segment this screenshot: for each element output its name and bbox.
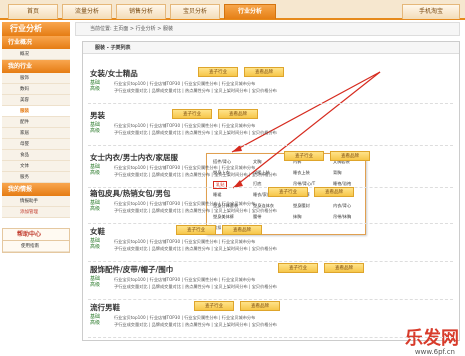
sidebar-title: 行业分析 [2,22,70,36]
sidebar-heading-my-industry: 我的行业 [2,60,70,73]
sidebar-item-baby[interactable]: 母婴 [2,139,70,150]
category-block: 服饰配件/皮带/帽子/围巾 查子行业 查看品牌基础 高级 行业宝贝top100 | 行业… [88,258,453,300]
view-brand-button[interactable]: 查看品牌 [222,225,262,235]
advanced-report-links[interactable]: 子行业成交量对比 | 品牌成交量对比 | 热点属性分布 | 宝贝上架时间分布 |… [114,130,277,136]
help-center-title: 帮助中心 [3,229,69,241]
category-name: 女士内衣/男士内衣/家居服 [90,153,178,162]
sidebar-item-services[interactable]: 服务 [2,172,70,183]
advanced-label: 高级 [90,320,101,326]
view-subindustry-button[interactable]: 查子行业 [172,109,212,119]
advanced-label: 高级 [90,244,101,250]
sidebar: 行业分析 行业概况 概况 我的行业 服饰 数码 美容 服装 配件 家居 母婴 食… [2,22,70,342]
basic-report-links[interactable]: 行业宝贝top100 | 行业店铺TOP30 | 行业宝贝属性分布 | 行业宝贝… [114,165,255,171]
sidebar-heading-overview: 行业概况 [2,36,70,49]
view-brand-button[interactable]: 查看品牌 [218,109,258,119]
tab-industry-analysis[interactable]: 行业分析 [224,4,276,19]
category-block: 男装 查子行业 查看品牌基础 高级 行业宝贝top100 | 行业店铺TOP30 | 行… [88,104,453,146]
category-block: 女鞋 查子行业 查看品牌基础 高级 行业宝贝top100 | 行业店铺TOP30 | 行… [88,220,453,262]
sidebar-item-beauty[interactable]: 美容 [2,95,70,106]
advanced-report-links[interactable]: 子行业成交量对比 | 品牌成交量对比 | 热点属性分布 | 宝贝上架时间分布 |… [114,172,277,178]
basic-report-links[interactable]: 行业宝贝top100 | 行业店铺TOP30 | 行业宝贝属性分布 | 行业宝贝… [114,315,255,321]
report-level-labels: 基础 高级 [90,200,100,212]
advanced-report-links[interactable]: 子行业成交量对比 | 品牌成交量对比 | 热点属性分布 | 宝贝上架时间分布 |… [114,284,277,290]
category-block: 箱包皮具/热销女包/男包 查子行业 查看品牌基础 高级 行业宝贝top100 | 行业店… [88,182,453,224]
basic-report-links[interactable]: 行业宝贝top100 | 行业店铺TOP30 | 行业宝贝属性分布 | 行业宝贝… [114,239,255,245]
category-name: 流行男鞋 [90,303,120,312]
category-name: 男装 [90,111,105,120]
sidebar-item-accessories[interactable]: 服饰 [2,73,70,84]
sidebar-item-overview[interactable]: 概况 [2,49,70,60]
breadcrumb: 当前位置: 主页面 > 行业分析 > 服装 [75,22,460,36]
view-brand-button[interactable]: 查看品牌 [330,151,370,161]
basic-report-links[interactable]: 行业宝贝top100 | 行业店铺TOP30 | 行业宝贝属性分布 | 行业宝贝… [114,81,255,87]
help-guide-link[interactable]: 使用指南 [3,241,69,252]
basic-report-links[interactable]: 行业宝贝top100 | 行业店铺TOP30 | 行业宝贝属性分布 | 行业宝贝… [114,201,255,207]
advanced-report-links[interactable]: 子行业成交量对比 | 品牌成交量对比 | 热点属性分布 | 宝贝上架时间分布 |… [114,322,277,328]
advanced-label: 高级 [90,86,101,92]
advanced-report-links[interactable]: 子行业成交量对比 | 品牌成交量对比 | 热点属性分布 | 宝贝上架时间分布 |… [114,208,277,214]
sidebar-item-digital[interactable]: 数码 [2,84,70,95]
tab-home[interactable]: 首页 [8,4,58,19]
view-subindustry-button[interactable]: 查子行业 [278,263,318,273]
report-level-labels: 基础 高级 [90,314,100,326]
category-name: 箱包皮具/热销女包/男包 [90,189,171,198]
view-brand-button[interactable]: 查看品牌 [314,187,354,197]
advanced-label: 高级 [90,206,101,212]
sidebar-item-parts[interactable]: 配件 [2,117,70,128]
category-name: 女鞋 [90,227,105,236]
sidebar-item-add-manage[interactable]: 添加管理 [2,207,70,218]
tab-item-analysis[interactable]: 宝贝分析 [170,4,220,19]
report-level-labels: 基础 高级 [90,122,100,134]
sidebar-item-home[interactable]: 家居 [2,128,70,139]
view-brand-button[interactable]: 查看品牌 [244,67,284,77]
basic-report-links[interactable]: 行业宝贝top100 | 行业店铺TOP30 | 行业宝贝属性分布 | 行业宝贝… [114,123,255,129]
tab-mobile-taobao[interactable]: 手机淘宝 [402,4,460,19]
category-name: 服饰配件/皮带/帽子/围巾 [90,265,174,274]
sidebar-heading-my-intel: 我的情报 [2,183,70,196]
sidebar-item-food[interactable]: 食品 [2,150,70,161]
view-subindustry-button[interactable]: 查子行业 [268,187,308,197]
report-level-labels: 基础 高级 [90,80,100,92]
category-block: 流行男鞋 查子行业 查看品牌基础 高级 行业宝贝top100 | 行业店铺TOP30 |… [88,296,453,338]
advanced-label: 高级 [90,282,101,288]
sidebar-item-sports[interactable]: 文体 [2,161,70,172]
view-subindustry-button[interactable]: 查子行业 [198,67,238,77]
advanced-report-links[interactable]: 子行业成交量对比 | 品牌成交量对比 | 热点属性分布 | 宝贝上架时间分布 |… [114,246,277,252]
tab-sales-analysis[interactable]: 销售分析 [116,4,166,19]
view-brand-button[interactable]: 查看品牌 [324,263,364,273]
report-level-labels: 基础 高级 [90,276,100,288]
tab-traffic-analysis[interactable]: 流量分析 [62,4,112,19]
top-navigation: 首页 流量分析 销售分析 宝贝分析 行业分析 手机淘宝 [0,0,465,20]
category-name: 女装/女士精品 [90,69,138,78]
view-subindustry-button[interactable]: 查子行业 [176,225,216,235]
report-level-labels: 基础 高级 [90,238,100,250]
help-center-box: 帮助中心 使用指南 [2,228,70,253]
advanced-report-links[interactable]: 子行业成交量对比 | 品牌成交量对比 | 热点属性分布 | 宝贝上架时间分布 |… [114,88,277,94]
basic-report-links[interactable]: 行业宝贝top100 | 行业店铺TOP30 | 行业宝贝属性分布 | 行业宝贝… [114,277,255,283]
watermark-url: www.6pf.cn [414,348,455,356]
view-subindustry-button[interactable]: 查子行业 [284,151,324,161]
view-brand-button[interactable]: 查看品牌 [240,301,280,311]
category-block: 女装/女士精品 查子行业 查看品牌基础 高级 行业宝贝top100 | 行业店铺TOP3… [88,62,453,104]
content-title: 服装 - 子类列表 [83,42,459,54]
advanced-label: 高级 [90,170,101,176]
sidebar-item-intel-assistant[interactable]: 情报助手 [2,196,70,207]
sidebar-item-clothing[interactable]: 服装 [2,106,70,117]
report-level-labels: 基础 高级 [90,164,100,176]
view-subindustry-button[interactable]: 查子行业 [194,301,234,311]
advanced-label: 高级 [90,128,101,134]
